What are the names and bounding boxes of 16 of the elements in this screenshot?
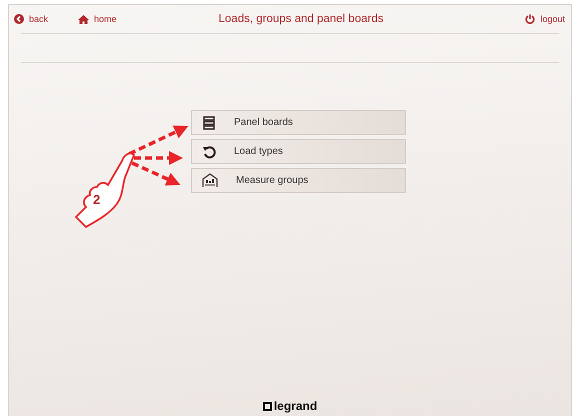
menu-button[interactable]: Load types (191, 139, 406, 164)
page-title: Loads, groups and panel boards (218, 13, 384, 25)
back-icon (14, 14, 24, 24)
menu-button[interactable]: Measure groups (191, 168, 406, 193)
back-link[interactable]: back (14, 14, 48, 24)
logo-square-icon (262, 402, 272, 410)
step-number: 2 (93, 192, 100, 207)
logout-link[interactable]: logout (525, 14, 565, 24)
power-icon (525, 14, 536, 24)
rotate-icon (202, 144, 216, 158)
stack-icon (202, 116, 216, 130)
home-link[interactable]: home (78, 14, 117, 24)
home-icon (78, 14, 90, 24)
menu-button[interactable]: Panel boards (191, 110, 406, 135)
house-chart-icon (202, 173, 218, 188)
brand-name: legrand (274, 399, 318, 413)
